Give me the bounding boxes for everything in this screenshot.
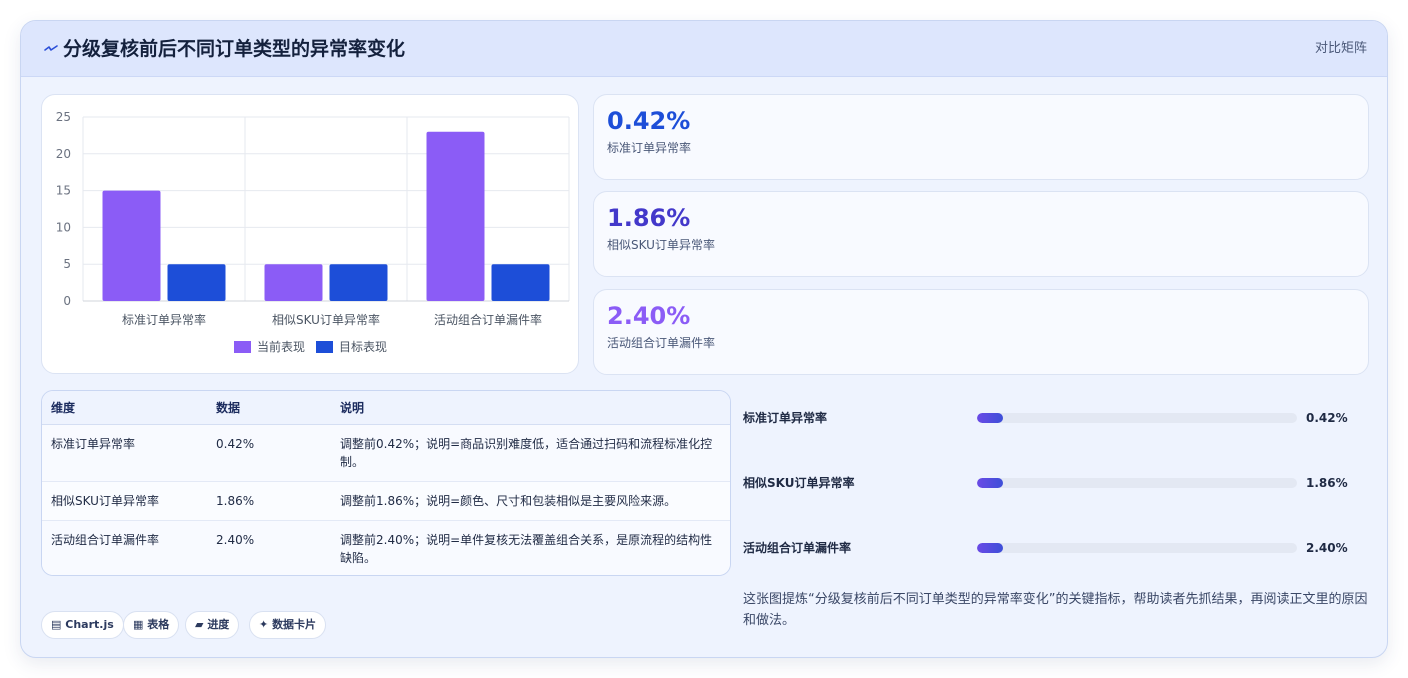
table-cell-data: 1.86% [207,481,331,521]
bar-target [329,264,388,301]
data-table: 维度 数据 说明 标准订单异常率 0.42% 调整前0.42%；说明=商品识别难… [42,391,730,575]
chip-label: 数据卡片 [272,618,317,631]
table-row: 标准订单异常率 0.42% 调整前0.42%；说明=商品识别难度低，适合通过扫码… [42,424,730,482]
table-header-note: 说明 [331,391,730,425]
bar-current [264,264,323,301]
page-title: 分级复核前后不同订单类型的异常率变化 [63,38,406,60]
kpi-value: 2.40% [607,302,691,330]
dashboard-panel: 分级复核前后不同订单类型的异常率变化 对比矩阵 0 5 10 15 20 25 标准订单异常… [20,20,1388,658]
header-bar: 分级复核前后不同订单类型的异常率变化 对比矩阵 [21,21,1387,77]
kpi-label: 相似SKU订单异常率 [607,238,715,252]
bar-target [167,264,226,301]
table-cell-note: 调整前2.40%；说明=单件复核无法覆盖组合关系，是原流程的结构性缺陷。 [331,520,730,575]
progress-label: 相似SKU订单异常率 [743,476,855,490]
bar-current [426,131,485,301]
x-tick-label: 活动组合订单漏件率 [434,312,542,327]
table-row: 相似SKU订单异常率 1.86% 调整前1.86%；说明=颜色、尺寸和包装相似是… [42,481,730,521]
legend-swatch [234,341,251,353]
chip-data-card[interactable]: ✦ 数据卡片 [249,611,327,639]
table-cell-data: 0.42% [207,424,331,482]
data-table-card: 维度 数据 说明 标准订单异常率 0.42% 调整前0.42%；说明=商品识别难… [41,390,731,576]
legend-swatch [316,341,333,353]
kpi-label: 标准订单异常率 [607,141,692,155]
legend-label: 目标表现 [339,340,387,354]
kpi-card-combo: 2.40% 活动组合订单漏件率 [593,289,1369,375]
progress-row: 标准订单异常率 0.42% [743,408,1369,428]
y-tick-label: 10 [56,220,71,234]
y-tick-label: 5 [63,257,71,271]
progress-icon: ▰ [195,618,204,631]
summary-text: 这张图提炼“分级复核前后不同订单类型的异常率变化”的关键指标，帮助读者先抓结果，… [743,592,1368,628]
table-cell-note: 调整前0.42%；说明=商品识别难度低，适合通过扫码和流程标准化控制。 [331,424,730,482]
y-tick-label: 25 [56,110,71,124]
y-tick-label: 0 [63,294,71,308]
legend-label: 当前表现 [257,339,305,354]
table-cell-note: 调整前1.86%；说明=颜色、尺寸和包装相似是主要风险来源。 [331,481,730,521]
x-tick-label: 标准订单异常率 [122,312,206,327]
progress-label: 标准订单异常率 [743,411,828,425]
table-row: 活动组合订单漏件率 2.40% 调整前2.40%；说明=单件复核无法覆盖组合关系… [42,520,730,575]
bar-chart: 0 5 10 15 20 25 标准订单异常率 相似SKU订单异常率 活动组合订单漏件率当前表现… [56,110,570,354]
progress-value: 2.40% [1306,541,1348,555]
chip-progress[interactable]: ▰ 进度 [185,611,240,639]
progress-track [977,413,1297,423]
kpi-value: 1.86% [607,204,691,232]
header-tag: 对比矩阵 [1314,41,1367,56]
table-cell-data: 2.40% [207,520,331,575]
kpi-label: 活动组合订单漏件率 [607,336,716,350]
chip-chartjs[interactable]: ▤ Chart.js [41,611,124,639]
progress-label: 活动组合订单漏件率 [743,541,852,555]
progress-track [977,543,1297,553]
bar-current [102,190,161,301]
progress-track [977,478,1297,488]
sparkle-icon: ✦ [259,618,269,631]
table-cell-dimension: 相似SKU订单异常率 [42,481,207,521]
chip-label: 进度 [207,618,230,631]
chip-label: Chart.js [65,618,114,631]
table-header-row: 维度 数据 说明 [42,391,730,425]
lightning-icon [44,45,58,51]
progress-value: 0.42% [1306,411,1348,425]
progress-row: 相似SKU订单异常率 1.86% [743,473,1369,493]
progress-fill [977,413,1003,423]
chip-label: 表格 [147,618,170,631]
table-icon: ▦ [133,618,144,631]
chart-icon: ▤ [51,618,62,631]
kpi-card-standard: 0.42% 标准订单异常率 [593,94,1369,180]
progress-fill [977,478,1003,488]
table-header-dimension: 维度 [42,391,207,425]
kpi-card-similar-sku: 1.86% 相似SKU订单异常率 [593,191,1369,277]
bar-target [491,264,550,301]
y-tick-label: 20 [56,147,71,161]
progress-fill [977,543,1003,553]
table-cell-dimension: 标准订单异常率 [42,424,207,482]
chip-table[interactable]: ▦ 表格 [123,611,180,639]
progress-value: 1.86% [1306,476,1348,490]
y-tick-label: 15 [56,184,71,198]
x-tick-label: 相似SKU订单异常率 [272,312,380,327]
table-header-data: 数据 [207,391,331,425]
progress-row: 活动组合订单漏件率 2.40% [743,538,1369,558]
bar-chart-card: 0 5 10 15 20 25 标准订单异常率 相似SKU订单异常率 活动组合订单漏件率当前表现… [41,94,579,374]
kpi-value: 0.42% [607,107,691,135]
table-cell-dimension: 活动组合订单漏件率 [42,520,207,575]
